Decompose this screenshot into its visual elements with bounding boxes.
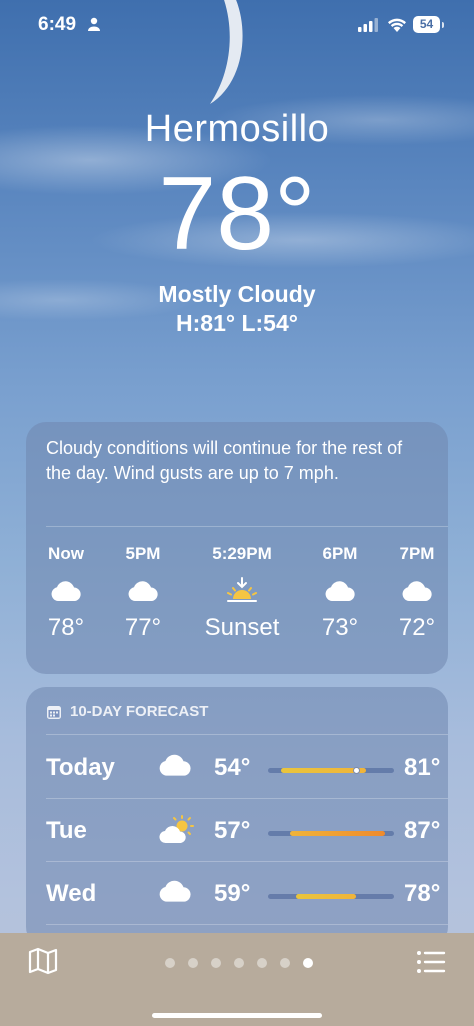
page-dot[interactable] xyxy=(303,958,313,968)
bottom-toolbar xyxy=(0,933,474,1026)
page-dot[interactable] xyxy=(165,958,175,968)
cellular-signal-icon xyxy=(358,18,378,32)
current-temp-dot xyxy=(352,767,360,774)
cloud-icon xyxy=(51,581,81,601)
hour-temp: Sunset xyxy=(204,614,280,641)
card-divider xyxy=(46,526,448,527)
forecast-day: Today xyxy=(46,754,115,781)
hour-label: 5:29PM xyxy=(212,544,272,563)
hour-label: 7PM xyxy=(399,544,435,563)
hour-item: Now 78° xyxy=(26,544,106,642)
forecast-row-wed[interactable]: Wed 59° 78° xyxy=(46,862,448,924)
forecast-high: 78° xyxy=(404,880,441,907)
sunset-icon xyxy=(227,577,257,602)
battery-indicator: 54 xyxy=(413,16,440,33)
forecast-high: 87° xyxy=(404,817,441,844)
forecast-low: 57° xyxy=(214,817,251,844)
hour-item: 6PM 73° xyxy=(300,544,380,642)
forecast-day: Tue xyxy=(46,817,87,844)
list-icon[interactable] xyxy=(416,949,446,975)
card-divider xyxy=(46,734,448,735)
hour-item: 7PM 72° xyxy=(377,544,457,642)
temperature-range-fill xyxy=(290,831,385,836)
cloud-icon xyxy=(159,880,191,902)
forecast-low: 54° xyxy=(214,754,251,781)
person-icon xyxy=(88,17,100,31)
hour-label: 5PM xyxy=(125,544,161,563)
card-divider xyxy=(46,924,448,925)
hour-temp: 78° xyxy=(47,614,85,641)
battery-tip xyxy=(442,22,444,28)
cloud-icon xyxy=(159,754,191,776)
temperature-range-bar xyxy=(268,767,394,774)
forecast-low: 59° xyxy=(214,880,251,907)
hour-item: 5PM 77° xyxy=(103,544,183,642)
hour-label: Now xyxy=(48,544,84,563)
status-time: 6:49 xyxy=(38,14,77,35)
forecast-row-today[interactable]: Today 54° 81° xyxy=(46,736,448,798)
city-name: Hermosillo xyxy=(144,108,330,150)
forecast-day: Wed xyxy=(46,880,97,907)
high-low-text: H:81° L:54° xyxy=(176,310,298,336)
cloud-icon xyxy=(325,581,355,601)
partly-sunny-icon xyxy=(159,815,194,844)
forecast-high: 81° xyxy=(404,754,441,781)
forecast-title: 10-DAY FORECAST xyxy=(70,703,209,720)
forecast-row-tue[interactable]: Tue 57° 87° xyxy=(46,799,448,861)
page-dot[interactable] xyxy=(257,958,267,968)
hour-temp: 72° xyxy=(398,614,436,641)
page-dot[interactable] xyxy=(211,958,221,968)
current-temperature: 78° xyxy=(158,156,316,272)
wifi-icon xyxy=(388,18,406,32)
calendar-icon xyxy=(47,705,61,719)
page-indicator[interactable] xyxy=(165,958,313,968)
ten-day-forecast-card[interactable]: 10-DAY FORECAST Today 54° 81° Tue 57° 87… xyxy=(26,687,448,947)
cloud-icon xyxy=(402,581,432,601)
temperature-range-bar xyxy=(268,831,394,836)
page-dot[interactable] xyxy=(188,958,198,968)
conditions-summary: Cloudy conditions will continue for the … xyxy=(46,438,403,483)
home-indicator xyxy=(152,1013,322,1018)
page-dot[interactable] xyxy=(280,958,290,968)
page-dot[interactable] xyxy=(234,958,244,968)
cloud-icon xyxy=(128,581,158,601)
condition-text: Mostly Cloudy xyxy=(158,281,316,307)
temperature-range-bar xyxy=(268,894,394,899)
hour-temp: 73° xyxy=(321,614,359,641)
status-bar: 6:49 54 xyxy=(0,14,474,40)
hour-item: 5:29PM Sunset xyxy=(189,544,295,642)
hour-label: 6PM xyxy=(322,544,358,563)
map-icon[interactable] xyxy=(28,947,58,975)
forecast-header: 10-DAY FORECAST xyxy=(46,703,208,720)
temperature-range-fill xyxy=(296,894,357,899)
hour-temp: 77° xyxy=(124,614,162,641)
hourly-forecast-card[interactable]: Cloudy conditions will continue for the … xyxy=(26,422,448,674)
